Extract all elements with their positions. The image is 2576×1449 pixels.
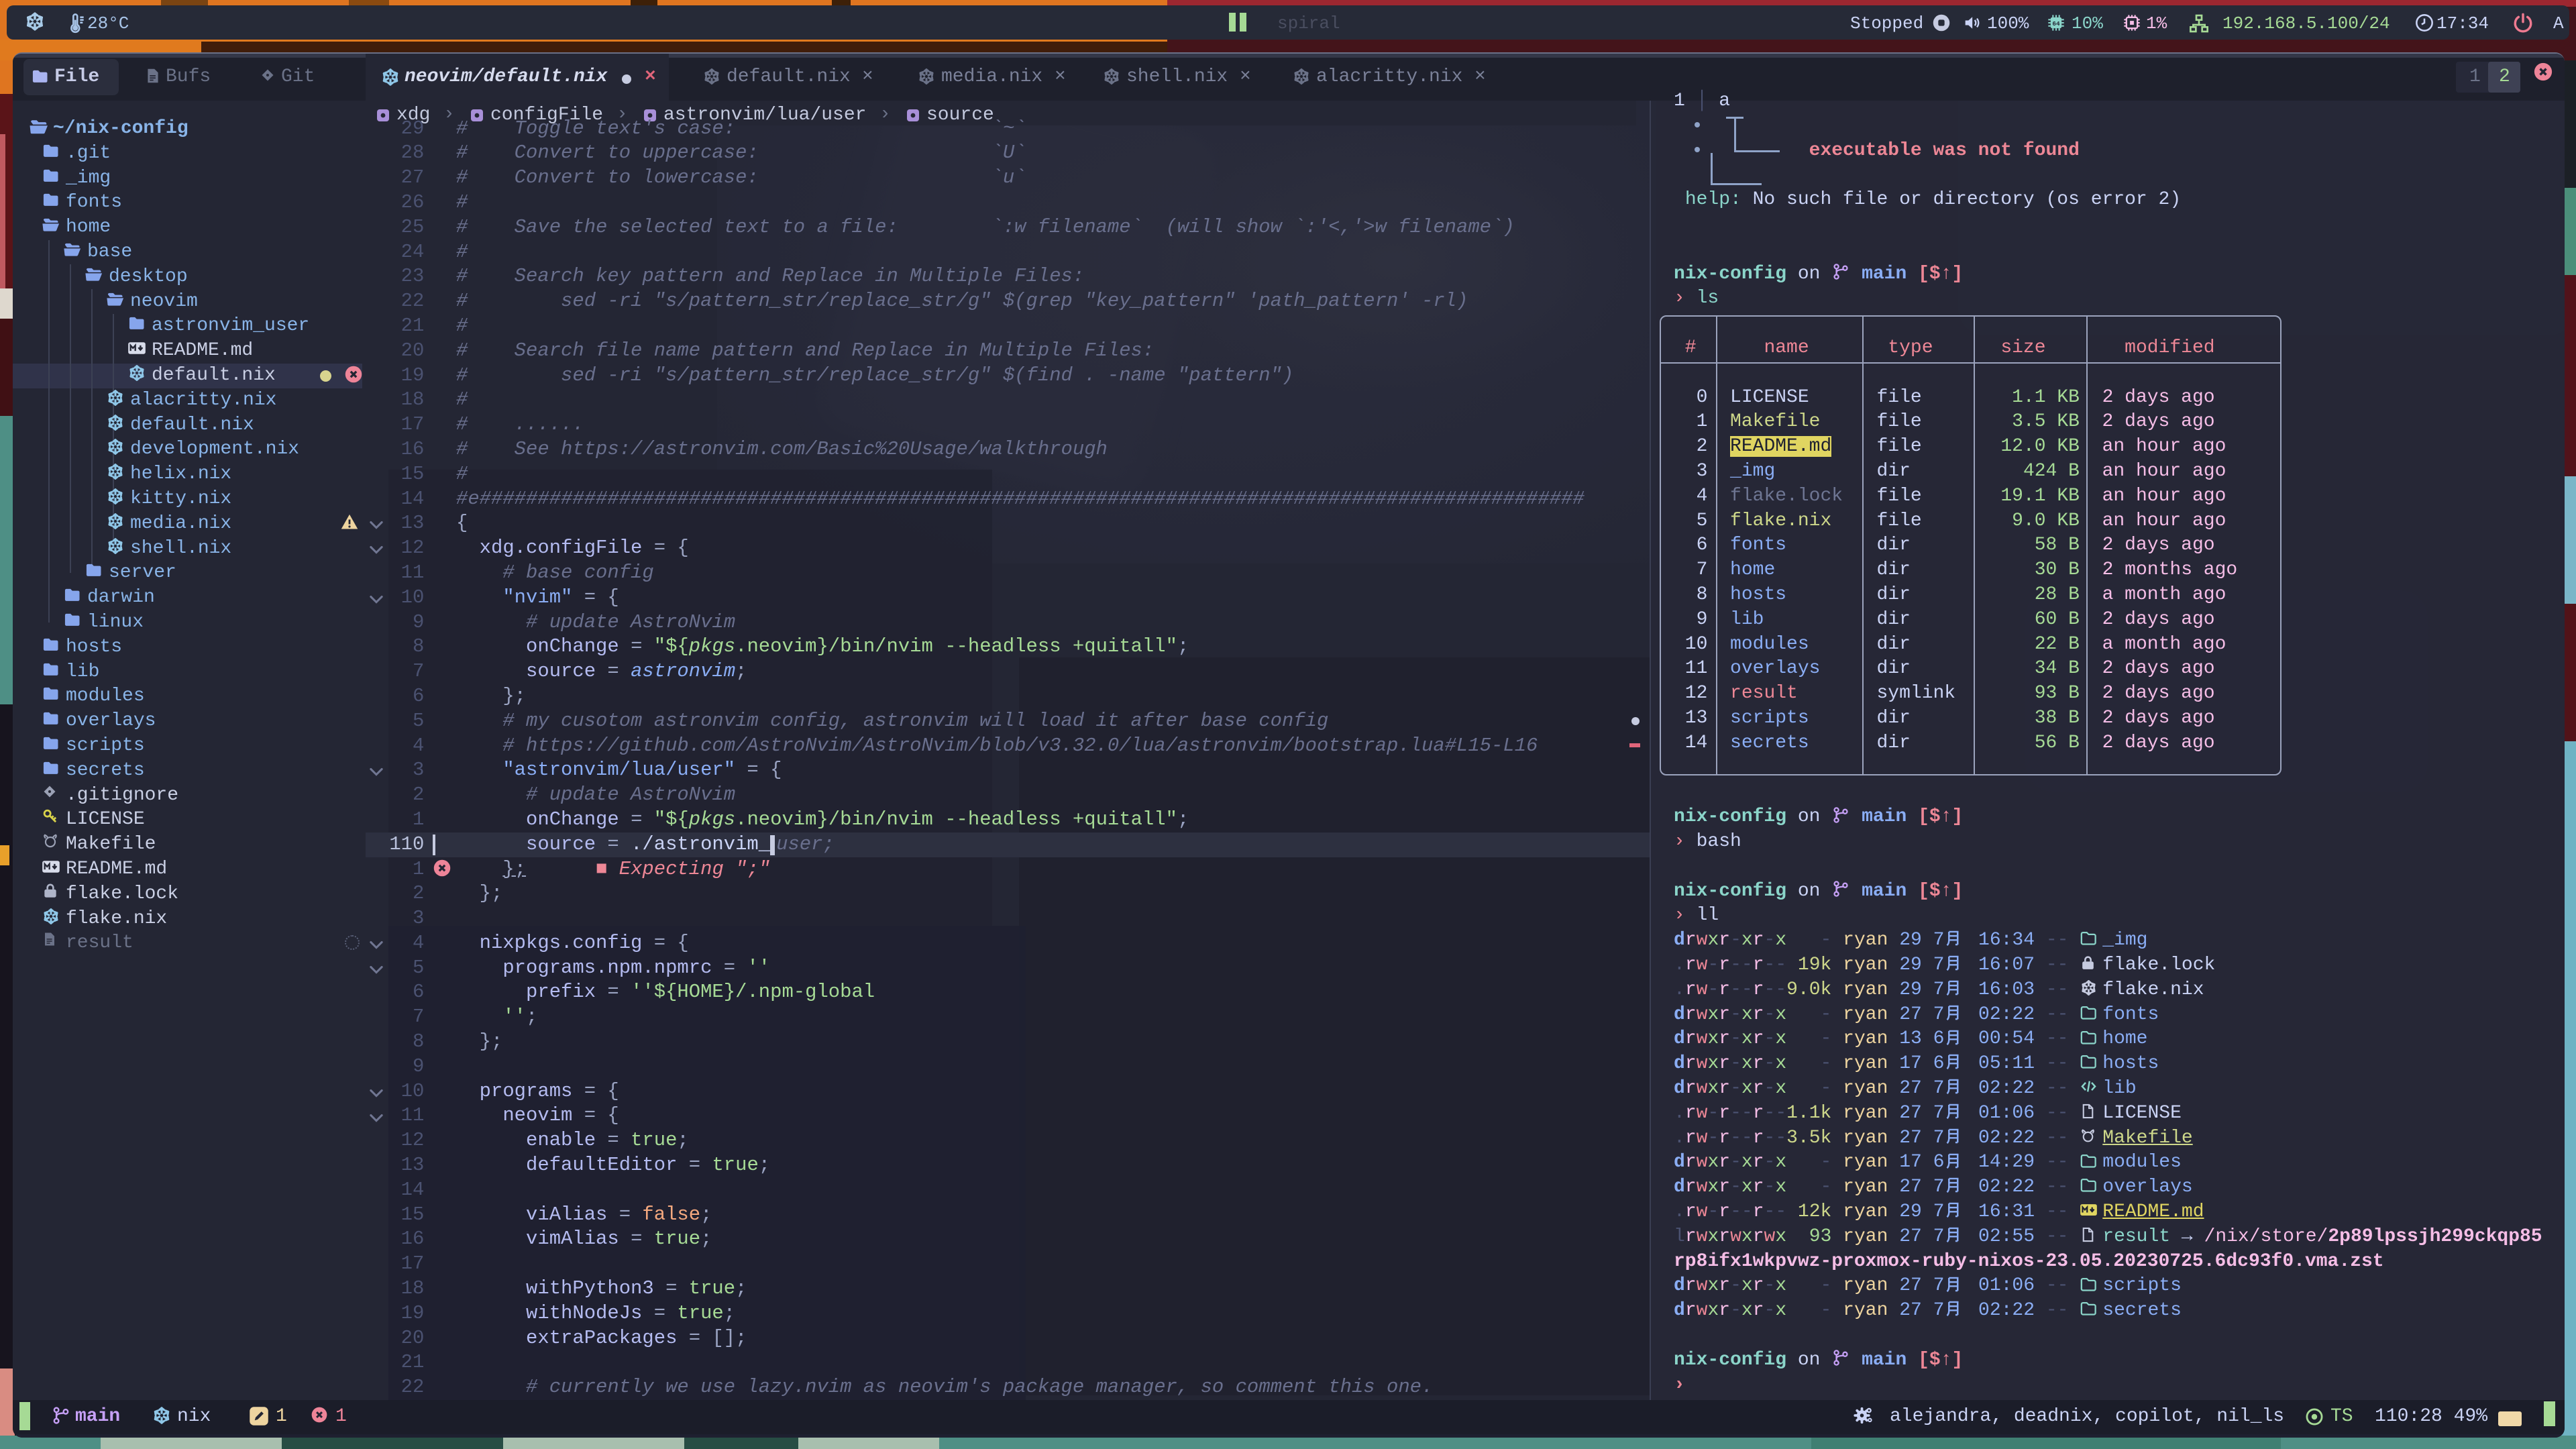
svg-text:64: 64 (2052, 20, 2060, 28)
